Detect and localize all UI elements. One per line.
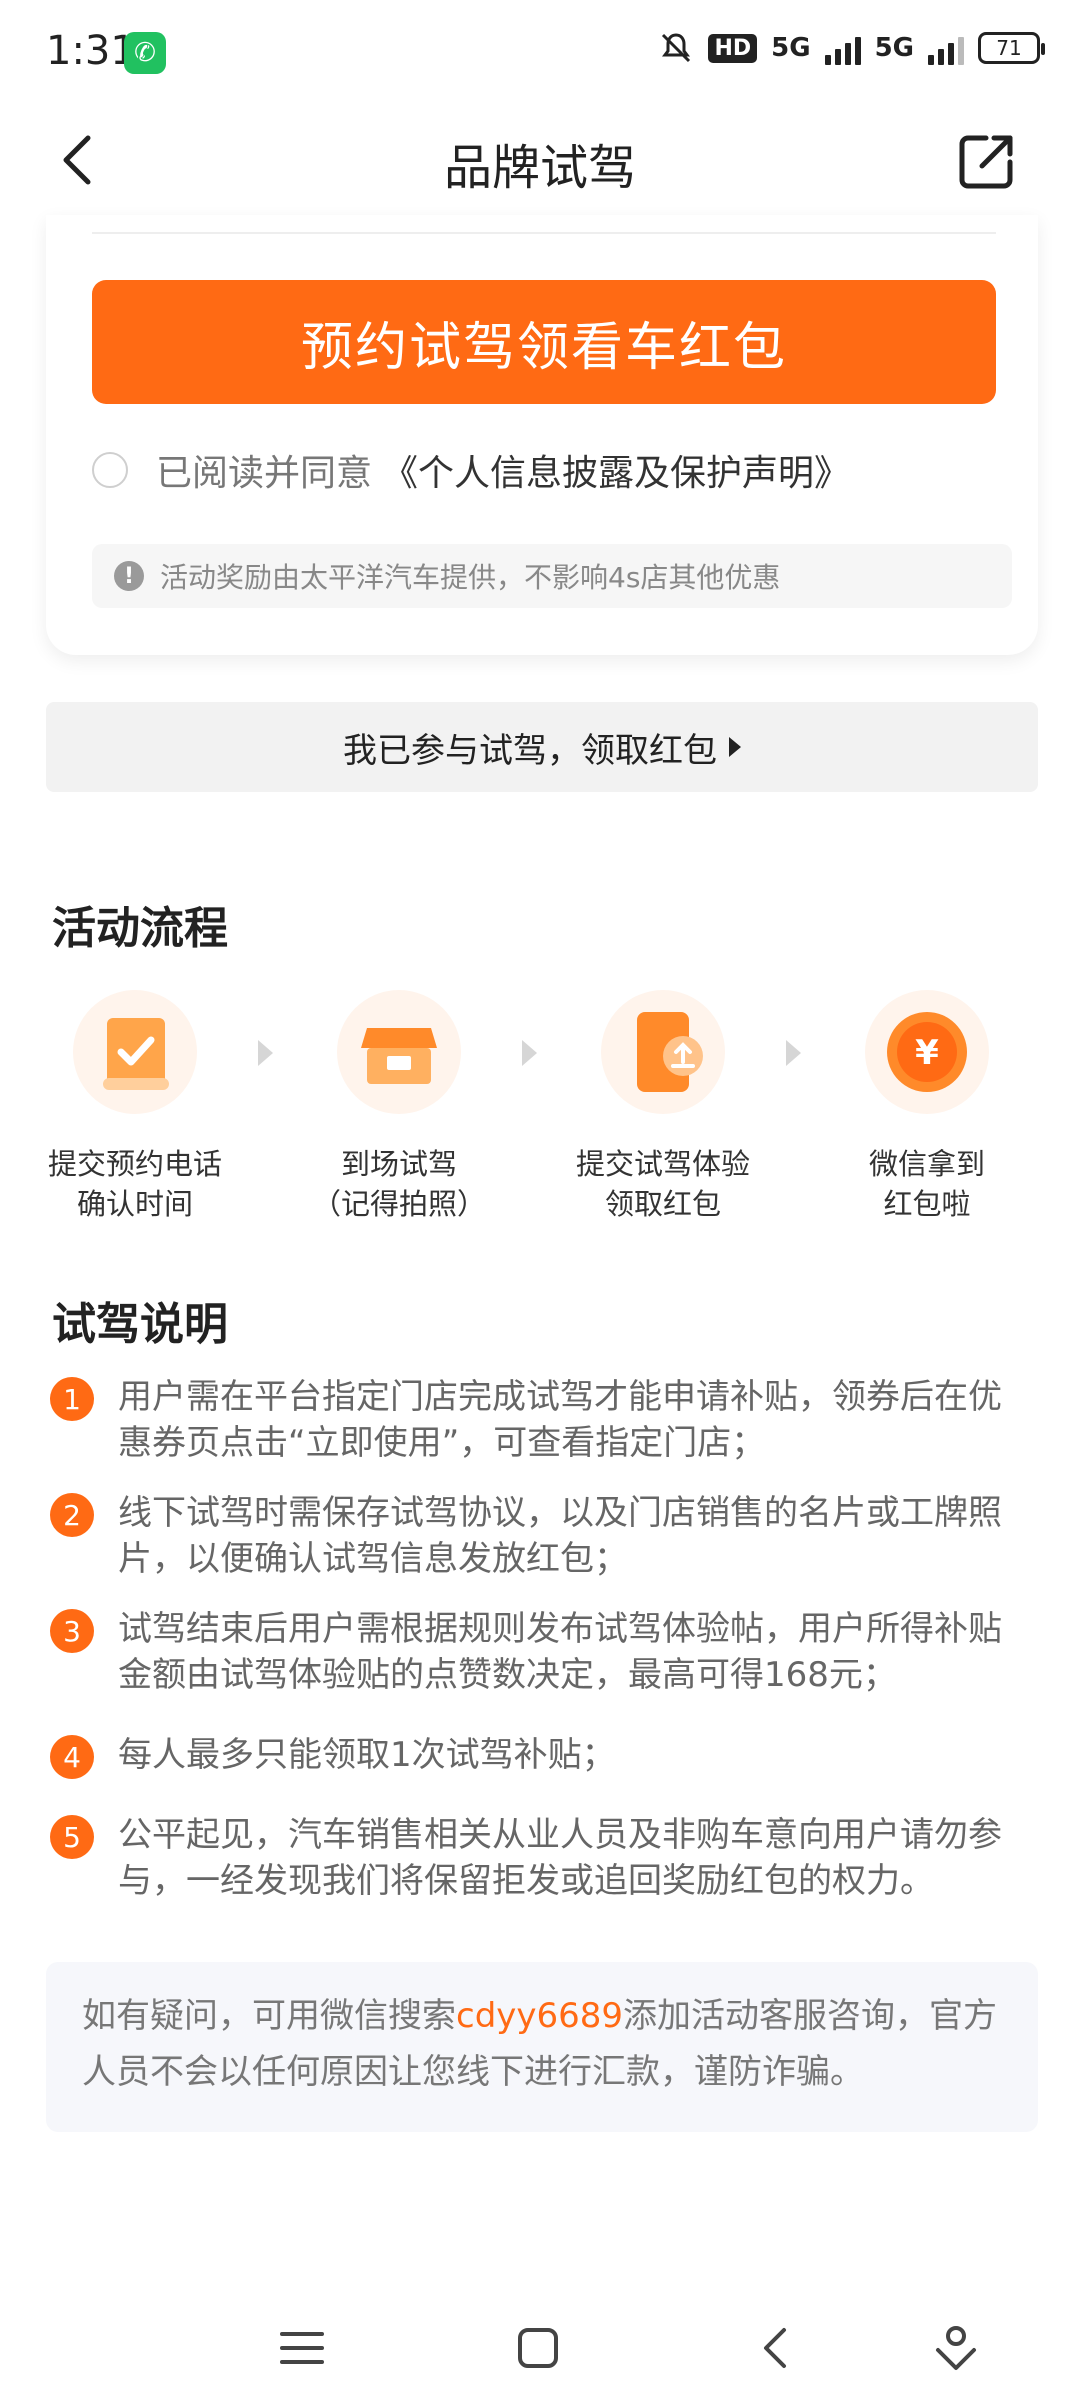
agree-checkbox[interactable]	[92, 452, 128, 488]
share-icon	[959, 135, 1013, 189]
claim-label: 我已参与试驾，领取红包	[343, 730, 717, 771]
caret-right-icon	[729, 737, 741, 757]
document-check-icon	[73, 990, 197, 1114]
flow-step-line1: 到场试驾	[340, 1147, 457, 1181]
rules-title: 试驾说明	[52, 1299, 228, 1350]
coin-symbol: ¥	[915, 1033, 939, 1073]
notice-bar: ! 活动奖励由太平洋汽车提供，不影响4s店其他优惠	[92, 544, 1012, 608]
flow-arrow-icon	[258, 1040, 273, 1066]
flow-step-line1: 微信拿到	[868, 1147, 985, 1181]
rule-text: 每人最多只能领取1次试驾补贴；	[118, 1735, 616, 1775]
upload-phone-icon	[601, 990, 725, 1114]
reserve-test-drive-button[interactable]: 预约试驾领看车红包	[92, 280, 996, 404]
store-icon	[337, 990, 461, 1114]
info-icon: !	[114, 561, 144, 591]
home-square-icon	[518, 2328, 558, 2368]
yen-coin-icon: ¥	[865, 990, 989, 1114]
flow-step-line1: 提交预约电话	[47, 1147, 222, 1181]
flow-step: 提交试驾体验 领取红包	[548, 990, 778, 1224]
privacy-statement-link[interactable]: 《个人信息披露及保护声明》	[382, 444, 850, 496]
rule-text: 线下试驾时需保存试驾协议，以及门店销售的名片或工牌照片，以便确认试驾信息发放红包…	[118, 1493, 1002, 1579]
menu-icon	[280, 2332, 324, 2364]
signal-icon	[824, 31, 861, 65]
system-back-button[interactable]	[746, 2318, 806, 2378]
flow-arrow-icon	[786, 1040, 801, 1066]
flow-step-line2: （记得拍照）	[311, 1187, 486, 1221]
flow-step-line2: 确认时间	[76, 1187, 193, 1221]
home-button[interactable]	[508, 2318, 568, 2378]
flow-title: 活动流程	[52, 903, 228, 954]
rule-number: 1	[50, 1377, 94, 1421]
mute-icon	[662, 33, 691, 63]
network-label: 5G	[874, 33, 914, 63]
contact-text-before: 如有疑问，可用微信搜索	[82, 1996, 456, 2036]
rule-number: 4	[50, 1735, 94, 1779]
assistant-icon	[936, 2326, 976, 2370]
flow-step-line2: 领取红包	[604, 1187, 721, 1221]
battery-icon: 71	[978, 32, 1045, 64]
rule-text: 公平起见，汽车销售相关从业人员及非购车意向用户请勿参与，一经发现我们将保留拒发或…	[118, 1815, 1002, 1901]
claim-red-packet-button[interactable]: 我已参与试驾，领取红包	[46, 702, 1038, 792]
contact-notice: 如有疑问，可用微信搜索cdyy6689添加活动客服咨询，官方人员不会以任何原因让…	[46, 1962, 1038, 2132]
network-label: 5G	[771, 33, 811, 63]
agree-label: 已阅读并同意	[156, 453, 373, 494]
flow-step: 提交预约电话 确认时间	[20, 990, 250, 1224]
rule-text: 试驾结束后用户需根据规则发布试驾体验帖，用户所得补贴金额由试驾体验贴的点赞数决定…	[118, 1609, 1002, 1695]
rule-item: 5 公平起见，汽车销售相关从业人员及非购车意向用户请勿参与，一经发现我们将保留拒…	[50, 1812, 1030, 1904]
share-button[interactable]	[956, 132, 1016, 192]
menu-button[interactable]	[272, 2318, 332, 2378]
notice-text: 活动奖励由太平洋汽车提供，不影响4s店其他优惠	[160, 561, 781, 594]
rule-item: 3 试驾结束后用户需根据规则发布试驾体验帖，用户所得补贴金额由试驾体验贴的点赞数…	[50, 1606, 1030, 1698]
status-time: 1:31	[46, 28, 136, 74]
rule-number: 5	[50, 1815, 94, 1859]
hd-icon: HD	[708, 33, 758, 63]
flow-step-line1: 提交试驾体验	[575, 1147, 750, 1181]
flow-step: 到场试驾 （记得拍照）	[284, 990, 514, 1224]
rule-number: 2	[50, 1493, 94, 1537]
agreement-row: 已阅读并同意 《个人信息披露及保护声明》	[92, 440, 850, 500]
rule-number: 3	[50, 1609, 94, 1653]
flow-step: ¥ 微信拿到红包啦	[812, 990, 1042, 1224]
back-triangle-icon	[764, 2328, 786, 2368]
page-title: 品牌试驾	[443, 140, 636, 196]
rule-item: 1 用户需在平台指定门店完成试驾才能申请补贴，领券后在优惠券页点击“立即使用”，…	[50, 1374, 1030, 1466]
divider	[92, 232, 996, 234]
status-icons: HD 5G 5G 71	[658, 30, 1045, 66]
rule-item: 4 每人最多只能领取1次试驾补贴；	[50, 1732, 1030, 1779]
flow-arrow-icon	[522, 1040, 537, 1066]
wechat-id: cdyy6689	[456, 1996, 624, 2036]
signal-icon	[928, 31, 964, 65]
phone-icon: ✆	[124, 32, 166, 74]
rule-item: 2 线下试驾时需保存试驾协议，以及门店销售的名片或工牌照片，以便确认试驾信息发放…	[50, 1490, 1030, 1582]
flow-step-line2: 红包啦	[883, 1187, 971, 1221]
rule-text: 用户需在平台指定门店完成试驾才能申请补贴，领券后在优惠券页点击“立即使用”，可查…	[118, 1377, 1002, 1463]
assistant-button[interactable]	[926, 2318, 986, 2378]
